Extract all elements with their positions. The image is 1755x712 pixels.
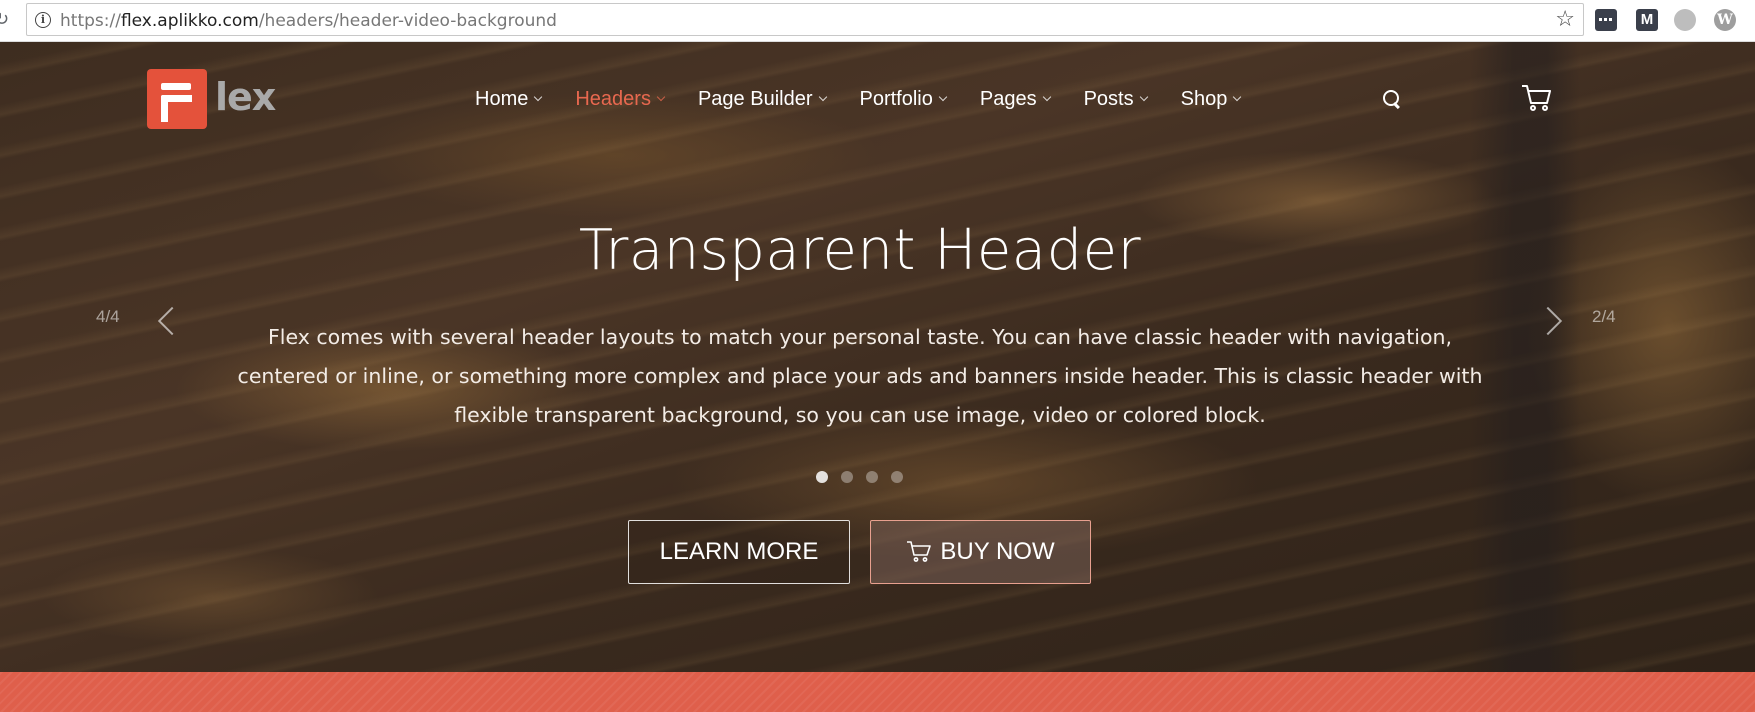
chevron-down-icon: [818, 92, 827, 102]
next-arrow-icon[interactable]: [1542, 304, 1562, 338]
reload-icon[interactable]: ↻: [0, 10, 12, 28]
nav-item-posts[interactable]: Posts: [1083, 82, 1148, 116]
slider-dot-4[interactable]: [891, 471, 903, 483]
flex-logo-icon: [147, 69, 207, 129]
nav-item-pages[interactable]: Pages: [979, 82, 1051, 116]
nav-item-shop[interactable]: Shop: [1180, 82, 1242, 116]
site-logo[interactable]: lex: [147, 69, 302, 129]
nav-item-label: Portfolio: [859, 88, 933, 110]
learn-more-label: LEARN MORE: [659, 538, 819, 565]
search-icon[interactable]: [1383, 90, 1401, 108]
nav-item-label: Headers: [575, 88, 651, 110]
nav-item-label: Pages: [979, 88, 1037, 110]
chevron-down-icon: [656, 92, 666, 102]
medium-icon[interactable]: M: [1636, 9, 1658, 31]
nav-item-label: Page Builder: [697, 88, 813, 110]
slide-title: Transparent Header: [578, 218, 1142, 283]
more-icon[interactable]: [1595, 9, 1617, 31]
prev-slide-counter: 4/4: [96, 307, 120, 326]
wordpress-gray-icon[interactable]: [1674, 9, 1696, 31]
slider-dot-1[interactable]: [816, 471, 828, 483]
slider-dot-3[interactable]: [866, 471, 878, 483]
slider-pagination: [816, 470, 916, 483]
next-slide-counter: 2/4: [1592, 307, 1616, 326]
buy-now-button[interactable]: BUY NOW: [870, 520, 1091, 584]
nav-item-portfolio[interactable]: Portfolio: [859, 82, 948, 116]
hero-video-background: lex Home Headers Page Builder Portfolio Page…: [0, 42, 1755, 672]
bookmark-star-icon[interactable]: ☆: [1555, 8, 1575, 30]
info-icon[interactable]: i: [35, 12, 51, 28]
slider-dot-2[interactable]: [841, 471, 853, 483]
browser-address-bar: ↻ i https://flex.aplikko.com/headers/hea…: [0, 0, 1755, 42]
url-text: https://flex.aplikko.com/headers/header-…: [60, 11, 557, 31]
nav-item-label: Home: [475, 88, 529, 110]
nav-item-page-builder[interactable]: Page Builder: [697, 82, 827, 116]
url-input[interactable]: i https://flex.aplikko.com/headers/heade…: [26, 3, 1584, 36]
main-navigation: Home Headers Page Builder Portfolio Pages Pos…: [475, 82, 1274, 116]
nav-item-label: Posts: [1083, 88, 1134, 110]
cart-icon: [907, 541, 932, 562]
prev-arrow-icon[interactable]: [156, 304, 176, 338]
chevron-down-icon: [1042, 92, 1051, 102]
nav-item-label: Shop: [1180, 88, 1228, 110]
slide-description: Flex comes with several header layouts t…: [237, 325, 1483, 427]
chevron-down-icon: [534, 92, 543, 102]
nav-item-home[interactable]: Home: [475, 82, 543, 116]
learn-more-button[interactable]: LEARN MORE: [628, 520, 850, 584]
cart-icon[interactable]: [1520, 80, 1554, 114]
wordpress-icon[interactable]: W: [1714, 9, 1736, 31]
section-divider-band: [0, 672, 1755, 712]
logo-text: lex: [215, 75, 276, 119]
chevron-down-icon: [1233, 92, 1242, 102]
chevron-down-icon: [1139, 92, 1148, 102]
buy-now-label: BUY NOW: [940, 538, 1055, 565]
nav-item-headers[interactable]: Headers: [575, 82, 666, 116]
chevron-down-icon: [938, 92, 948, 102]
